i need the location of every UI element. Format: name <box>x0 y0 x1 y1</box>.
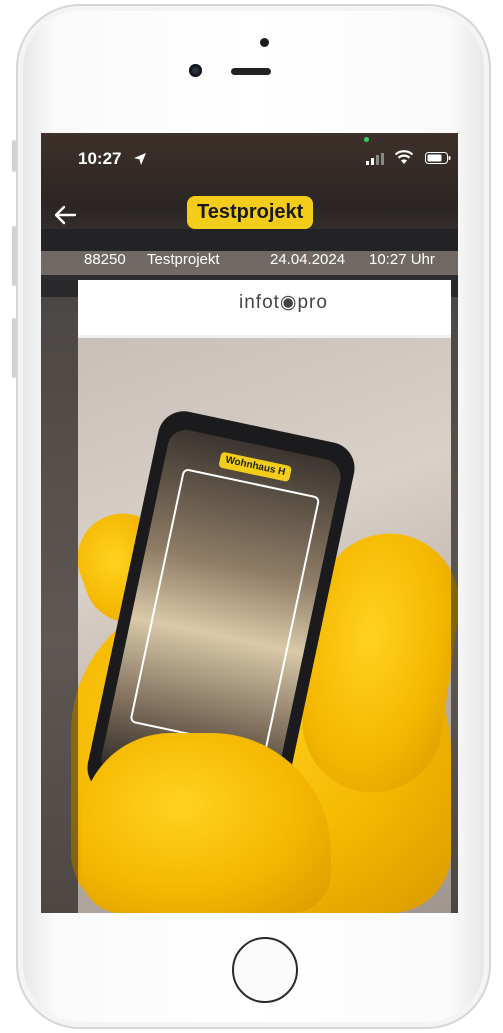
status-bar: 10:27 <box>41 133 458 183</box>
front-camera <box>189 64 202 77</box>
volume-up-button <box>12 226 16 286</box>
camera-in-use-indicator <box>364 137 369 142</box>
project-number: 88250 <box>84 251 126 268</box>
arrow-left-icon[interactable] <box>51 201 79 229</box>
mute-switch <box>12 140 16 172</box>
document-logo: infot◉pro <box>239 292 328 313</box>
home-button-icon[interactable] <box>232 937 298 1003</box>
front-sensor <box>260 38 269 47</box>
app-screen: infot◉pro Wohnhaus H 10:27 Testprojekt 8… <box>41 133 458 913</box>
volume-down-button <box>12 318 16 378</box>
status-time: 10:27 <box>78 149 122 168</box>
battery-icon <box>425 152 451 164</box>
wifi-icon <box>394 150 414 164</box>
earpiece-speaker <box>231 68 271 75</box>
viewfinder-mask-left <box>41 280 78 913</box>
cellular-signal-icon <box>366 153 384 165</box>
viewfinder-mask-right <box>451 280 458 913</box>
project-name: Testprojekt <box>147 251 220 268</box>
project-info-row: 88250 Testprojekt 24.04.2024 10:27 Uhr <box>41 247 458 273</box>
held-phone-viewfinder <box>129 467 321 752</box>
project-title: Testprojekt <box>187 196 314 229</box>
capture-time: 10:27 Uhr <box>369 251 435 268</box>
capture-date: 24.04.2024 <box>270 251 346 268</box>
location-arrow-icon <box>134 153 146 165</box>
